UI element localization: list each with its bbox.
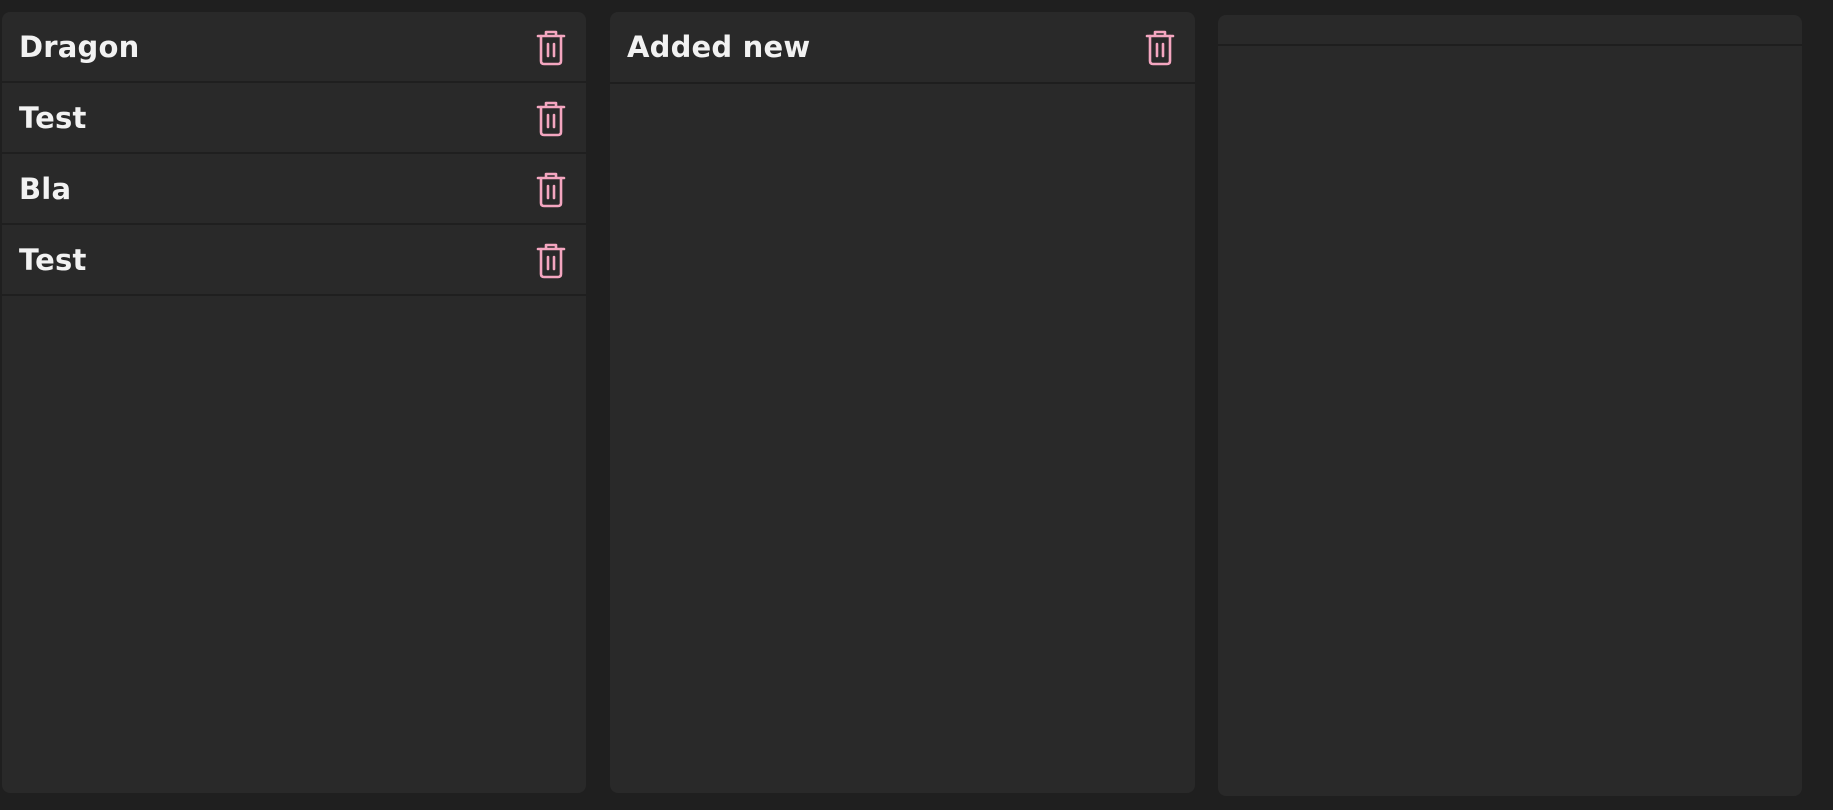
item-label: Dragon — [19, 29, 140, 64]
column-2: Added new — [610, 12, 1195, 793]
column-1: Dragon Test Bla Test — [2, 12, 586, 793]
column-header — [1218, 15, 1802, 46]
trash-icon — [536, 172, 566, 207]
delete-button[interactable] — [532, 98, 570, 138]
list-item[interactable]: Added new — [610, 12, 1195, 84]
list-item[interactable]: Test — [2, 83, 586, 154]
trash-icon — [536, 101, 566, 136]
column-3 — [1218, 15, 1802, 796]
item-label: Test — [19, 100, 87, 135]
list-item[interactable]: Test — [2, 225, 586, 296]
trash-icon — [1145, 30, 1175, 66]
trash-icon — [536, 243, 566, 278]
item-label: Added new — [627, 30, 811, 64]
item-label: Test — [19, 242, 87, 277]
delete-button[interactable] — [532, 240, 570, 280]
trash-icon — [536, 30, 566, 65]
board: Dragon Test Bla Test Added new — [0, 0, 1833, 810]
list-item[interactable]: Dragon — [2, 12, 586, 83]
list-item[interactable]: Bla — [2, 154, 586, 225]
delete-button[interactable] — [532, 169, 570, 209]
item-label: Bla — [19, 171, 72, 206]
delete-button[interactable] — [532, 27, 570, 67]
delete-button[interactable] — [1141, 27, 1179, 67]
